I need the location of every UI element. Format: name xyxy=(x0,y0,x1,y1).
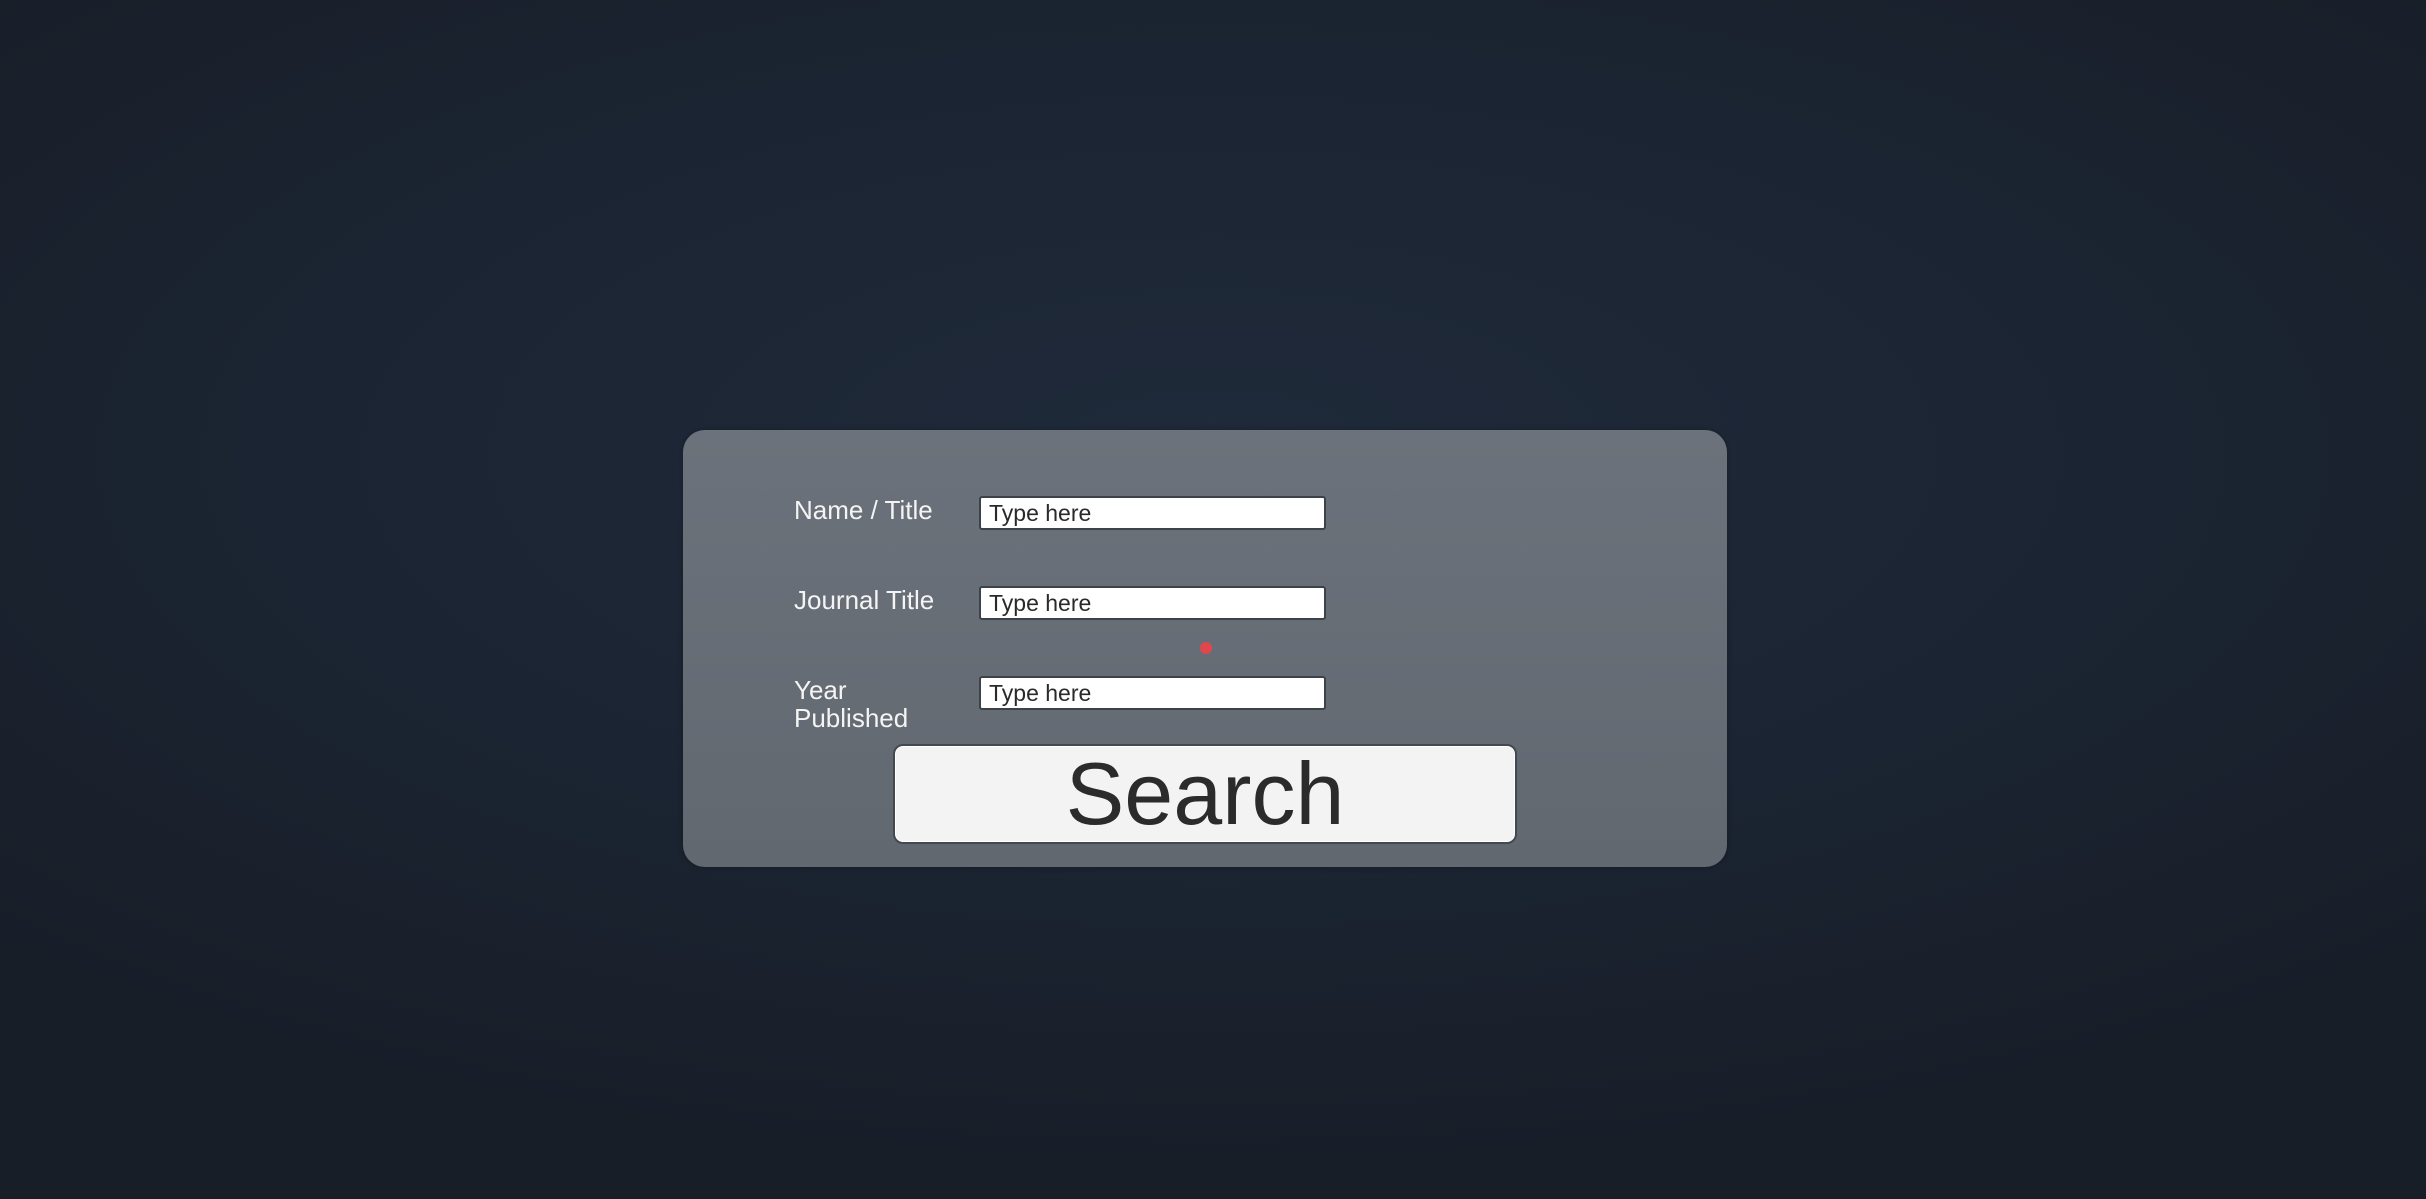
cursor-dot xyxy=(1200,642,1212,654)
year-published-input[interactable] xyxy=(979,676,1326,710)
search-button[interactable]: Search xyxy=(893,744,1517,844)
year-published-label: Year Published xyxy=(794,675,909,733)
name-title-input[interactable] xyxy=(979,496,1326,530)
name-title-label: Name / Title xyxy=(794,495,933,525)
journal-title-label: Journal Title xyxy=(794,585,935,615)
journal-title-input[interactable] xyxy=(979,586,1326,620)
search-panel: Name / Title Journal Title Year Publishe… xyxy=(683,430,1727,867)
